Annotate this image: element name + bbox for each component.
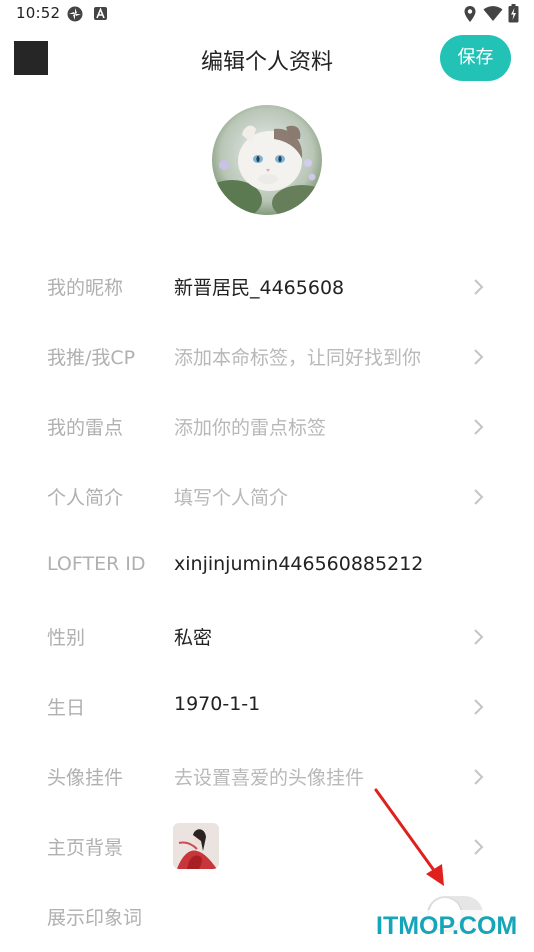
row-birthday[interactable]: 生日 1970-1-1 [0,672,534,742]
wifi-icon [483,6,503,21]
row-label: 展示印象词 [47,907,143,929]
save-button[interactable]: 保存 [440,35,511,81]
chevron-right-icon [474,279,484,295]
row-nickname[interactable]: 我的昵称 新晋居民_4465608 [0,252,534,322]
chevron-right-icon [474,419,484,435]
chevron-right-icon [474,839,484,855]
row-label: 个人简介 [47,487,124,509]
row-dislikes[interactable]: 我的雷点 添加你的雷点标签 [0,392,534,462]
chevron-right-icon [474,489,484,505]
dislikes-placeholder: 添加你的雷点标签 [174,417,327,439]
row-label: 性别 [47,627,86,649]
bio-placeholder: 填写个人简介 [174,487,289,509]
red-arrow-annotation [374,788,444,886]
watermark-logo: ITMOP.COM [376,912,518,940]
sync-icon [67,6,83,22]
row-label: 头像挂件 [47,767,124,789]
avatar[interactable] [212,105,322,215]
status-bar: 10:52 [0,0,534,28]
row-gender[interactable]: 性别 私密 [0,602,534,672]
location-icon [464,6,476,22]
row-bio[interactable]: 个人简介 填写个人简介 [0,462,534,532]
a-notification-icon [94,7,107,20]
row-label: 我的雷点 [47,417,124,439]
row-label: 我的昵称 [47,277,124,299]
row-lofter-id: LOFTER ID xinjinjumin446560885212 [0,532,534,602]
status-time: 10:52 [16,4,61,22]
birthday-value: 1970-1-1 [174,693,261,715]
battery-icon [508,4,519,23]
chevron-right-icon [474,699,484,715]
row-label: LOFTER ID [47,553,146,575]
row-label: 主页背景 [47,837,124,859]
cat-avatar-image [212,105,322,215]
row-label: 我推/我CP [47,347,136,369]
chevron-right-icon [474,769,484,785]
lofter-id-value: xinjinjumin446560885212 [174,553,424,575]
row-label: 生日 [47,697,86,719]
nickname-value: 新晋居民_4465608 [174,277,345,299]
chevron-right-icon [474,349,484,365]
avatar-pendant-placeholder: 去设置喜爱的头像挂件 [174,767,365,789]
chevron-right-icon [474,629,484,645]
background-thumbnail [173,823,219,869]
gender-value: 私密 [174,627,213,649]
oshi-cp-placeholder: 添加本命标签，让同好找到你 [174,347,422,369]
row-oshi-cp[interactable]: 我推/我CP 添加本命标签，让同好找到你 [0,322,534,392]
